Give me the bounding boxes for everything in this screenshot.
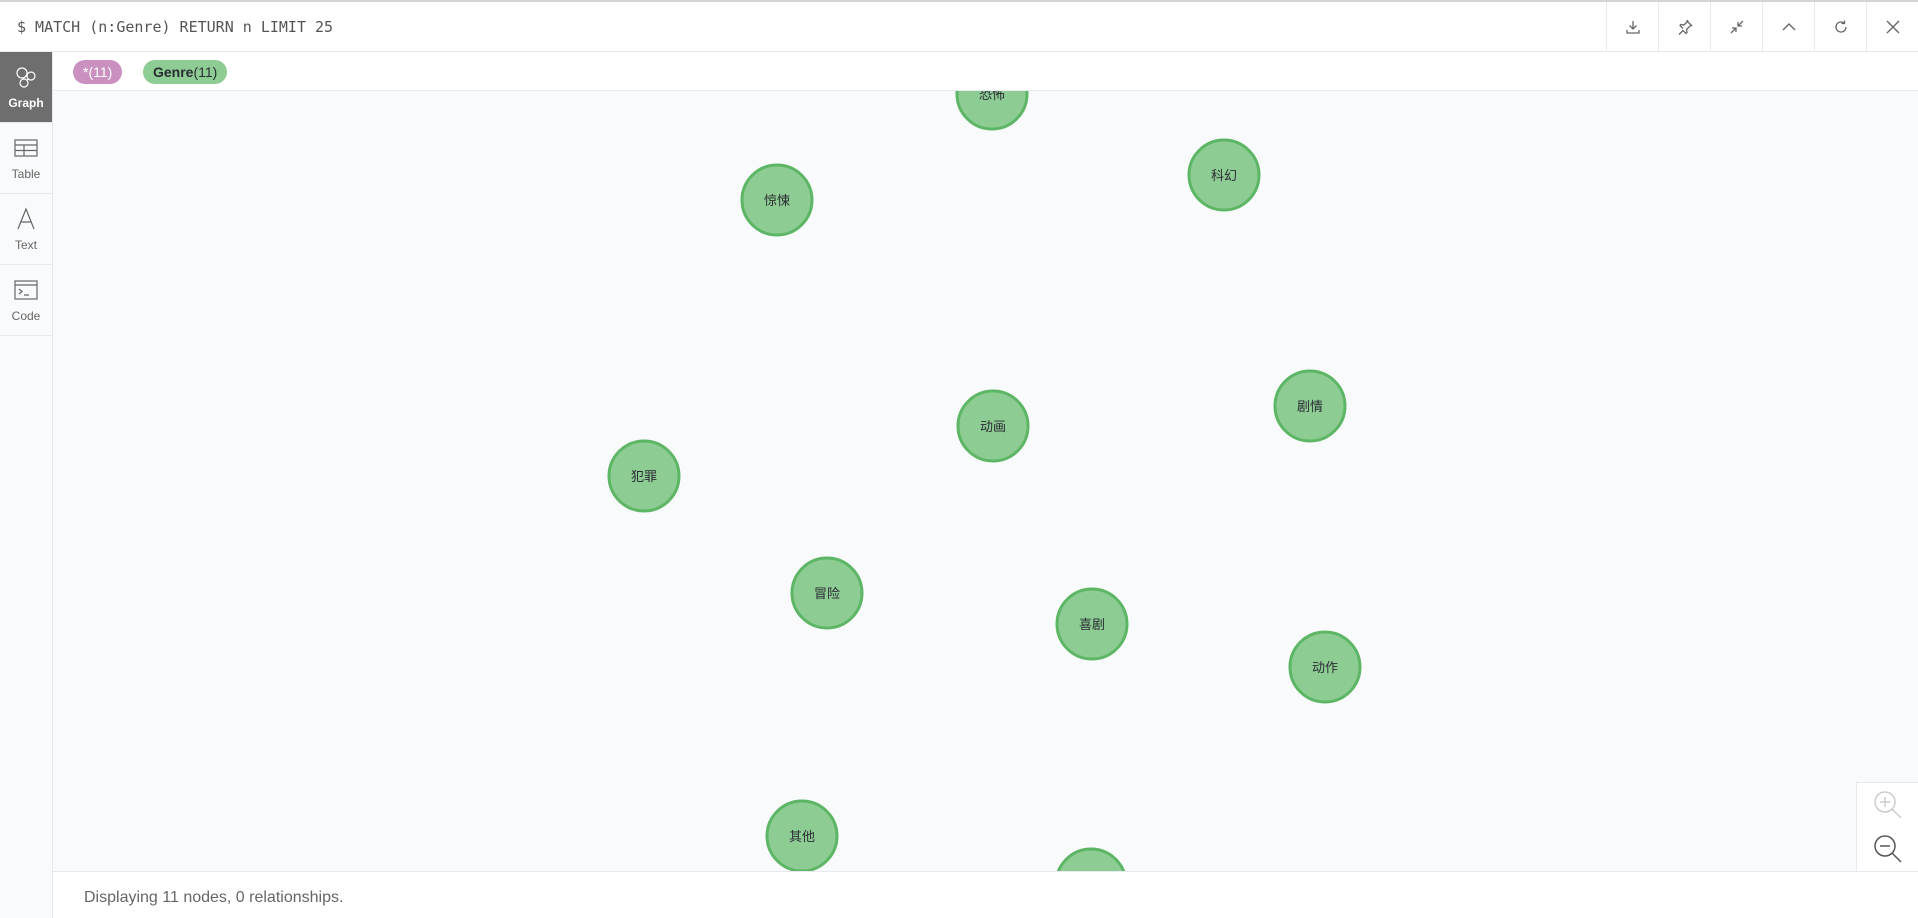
genre-pill-count: (11) xyxy=(193,64,218,80)
graph-node[interactable]: 喜剧 xyxy=(1055,587,1129,661)
status-footer: Displaying 11 nodes, 0 relationships. xyxy=(53,871,1918,918)
frame-toolbar xyxy=(1606,2,1918,52)
zoom-controls xyxy=(1856,782,1918,871)
text-icon xyxy=(17,207,35,230)
zoom-in-icon xyxy=(1873,791,1902,819)
sidebar-item-text[interactable]: Text xyxy=(0,194,52,265)
graph-node[interactable]: 科幻 xyxy=(1187,138,1261,212)
node-label: 动作 xyxy=(1312,661,1338,676)
sidebar-item-label: Graph xyxy=(8,96,44,110)
code-icon xyxy=(14,280,38,300)
sidebar-item-code[interactable]: Code xyxy=(0,265,52,336)
collapse-icon xyxy=(1730,20,1743,34)
pin-icon xyxy=(1678,19,1693,35)
query-text[interactable]: $ MATCH (n:Genre) RETURN n LIMIT 25 xyxy=(17,18,333,36)
node-label: 犯罪 xyxy=(631,470,657,485)
sidebar-item-label: Code xyxy=(11,309,41,323)
node-label: 恐怖 xyxy=(979,91,1005,103)
close-button[interactable] xyxy=(1866,2,1918,52)
node-label: 冒险 xyxy=(814,587,840,602)
graph-node[interactable]: 犯罪 xyxy=(607,439,681,513)
node-label: 喜剧 xyxy=(1079,618,1105,633)
graph-node[interactable]: 动画 xyxy=(956,389,1030,463)
download-button[interactable] xyxy=(1606,2,1658,52)
sidebar-item-label: Table xyxy=(11,167,41,181)
graph-icon xyxy=(16,67,36,88)
zoom-in-button[interactable] xyxy=(1857,783,1918,827)
graph-node[interactable]: 动作 xyxy=(1288,630,1362,704)
zoom-out-button[interactable] xyxy=(1857,827,1918,871)
graph-canvas[interactable]: 恐怖科幻惊悚动画 剧情犯罪冒险喜剧动作其他爱情 xyxy=(53,91,1918,871)
genre-label-pill[interactable]: Genre(11) xyxy=(143,60,228,84)
pin-button[interactable] xyxy=(1658,2,1710,52)
sidebar-item-label: Text xyxy=(14,238,37,252)
view-sidebar: Graph Table Text Code xyxy=(0,52,53,918)
graph-node[interactable]: 惊悚 xyxy=(740,163,814,237)
close-icon xyxy=(1886,20,1899,34)
table-icon xyxy=(14,139,38,157)
node-label: 其他 xyxy=(789,830,815,845)
download-icon xyxy=(1625,21,1640,34)
all-nodes-pill[interactable]: *(11) xyxy=(73,60,123,84)
chevron-up-button[interactable] xyxy=(1762,2,1814,52)
sidebar-item-graph[interactable]: Graph xyxy=(0,52,52,123)
graph-node[interactable]: 其他 xyxy=(765,799,839,871)
graph-node[interactable]: 冒险 xyxy=(790,556,864,630)
chevron-up-icon xyxy=(1782,23,1795,31)
node-label: 剧情 xyxy=(1297,400,1323,415)
genre-pill-name: Genre xyxy=(153,64,194,80)
collapse-button[interactable] xyxy=(1710,2,1762,52)
refresh-icon xyxy=(1834,20,1847,33)
node-circle[interactable] xyxy=(1056,847,1126,871)
graph-node[interactable]: 恐怖 xyxy=(955,91,1029,131)
sidebar-item-table[interactable]: Table xyxy=(0,123,52,194)
node-label: 科幻 xyxy=(1211,169,1237,184)
refresh-button[interactable] xyxy=(1814,2,1866,52)
node-label: 动画 xyxy=(980,420,1006,435)
zoom-out-icon xyxy=(1873,835,1902,863)
node-label: 惊悚 xyxy=(764,194,790,209)
query-bar: $ MATCH (n:Genre) RETURN n LIMIT 25 xyxy=(0,2,1918,52)
legend-bar: *(11) Genre(11) xyxy=(53,52,1918,91)
graph-node[interactable]: 剧情 xyxy=(1273,369,1347,443)
graph-node[interactable]: 爱情 xyxy=(1056,847,1126,871)
status-text: Displaying 11 nodes, 0 relationships. xyxy=(84,889,344,906)
graph-svg[interactable]: 恐怖科幻惊悚动画 剧情犯罪冒险喜剧动作其他爱情 xyxy=(53,91,1918,871)
